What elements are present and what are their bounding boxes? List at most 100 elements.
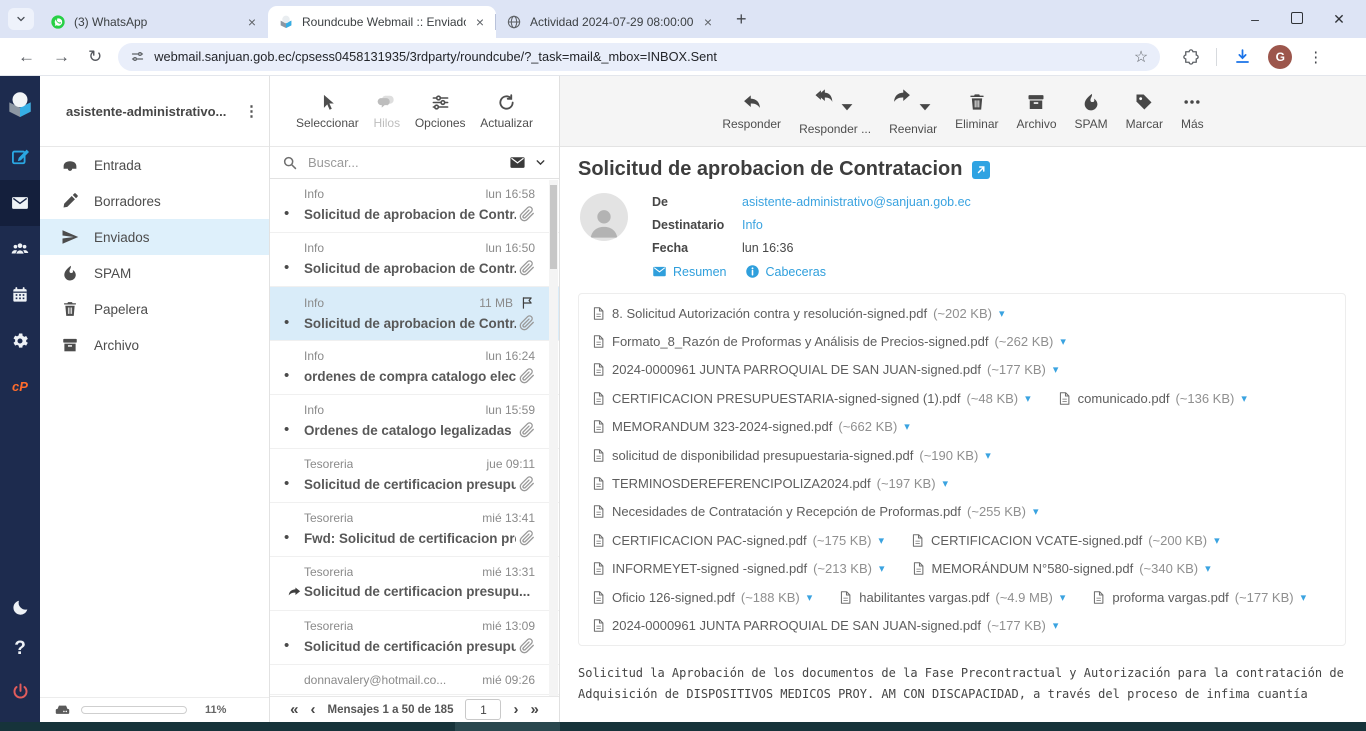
- to-address-link[interactable]: Info: [742, 214, 763, 237]
- page-number-input[interactable]: 1: [465, 699, 501, 720]
- forward-button[interactable]: →: [53, 47, 70, 67]
- attachment-link[interactable]: Formato_8_Razón de Proformas y Análisis …: [591, 334, 1066, 349]
- search-options-caret-icon[interactable]: [534, 156, 547, 169]
- message-list-item[interactable]: donnavalery@hotmail.co... mié 09:26: [270, 665, 559, 695]
- folder-archivo[interactable]: Archivo: [40, 327, 269, 363]
- profile-avatar[interactable]: G: [1268, 45, 1292, 69]
- attachment-menu-caret-icon[interactable]: ▾: [1033, 505, 1039, 518]
- folder-papelera[interactable]: Papelera: [40, 291, 269, 327]
- calendar-button[interactable]: [0, 272, 40, 318]
- url-text[interactable]: webmail.sanjuan.gob.ec/cpsess0458131935/…: [154, 49, 1125, 64]
- message-list-item[interactable]: Info lun 16:50 • Solicitud de aprobacion…: [270, 233, 559, 287]
- cpanel-button[interactable]: cP: [0, 364, 40, 410]
- reply-all-button[interactable]: Responder ...: [790, 86, 880, 136]
- attachment-link[interactable]: Necesidades de Contratación y Recepción …: [591, 504, 1038, 519]
- attachment-link[interactable]: 2024-0000961 JUNTA PARROQUIAL DE SAN JUA…: [591, 362, 1058, 377]
- contacts-button[interactable]: [0, 226, 40, 272]
- attachment-menu-caret-icon[interactable]: ▾: [878, 534, 884, 547]
- attachment-link[interactable]: CERTIFICACION VCATE-signed.pdf(~200 KB)▾: [910, 533, 1220, 548]
- message-list-item[interactable]: Info lun 16:58 • Solicitud de aprobacion…: [270, 179, 559, 233]
- attachment-menu-caret-icon[interactable]: ▾: [904, 420, 910, 433]
- compose-button[interactable]: [0, 134, 40, 180]
- attachment-link[interactable]: MEMORANDUM 323-2024-signed.pdf(~662 KB)▾: [591, 419, 910, 434]
- summary-link[interactable]: Resumen: [652, 264, 727, 279]
- window-minimize-button[interactable]: –: [1234, 11, 1276, 27]
- back-button[interactable]: ←: [18, 47, 35, 67]
- tab-actividad[interactable]: Actividad 2024-07-29 08:00:00 ×: [496, 6, 724, 38]
- attachment-menu-caret-icon[interactable]: ▾: [1205, 562, 1211, 575]
- logout-button[interactable]: [0, 670, 40, 712]
- tab-whatsapp[interactable]: (3) WhatsApp ×: [40, 6, 268, 38]
- folder-options-icon[interactable]: ⋮: [244, 102, 259, 120]
- attachment-link[interactable]: comunicado.pdf(~136 KB)▾: [1057, 391, 1247, 406]
- folder-borradores[interactable]: Borradores: [40, 183, 269, 219]
- spam-button[interactable]: SPAM: [1066, 92, 1117, 131]
- attachment-menu-caret-icon[interactable]: ▾: [1214, 534, 1220, 547]
- new-tab-button[interactable]: +: [736, 9, 747, 30]
- settings-button[interactable]: [0, 318, 40, 364]
- refresh-button[interactable]: Actualizar: [480, 93, 533, 130]
- tab-roundcube[interactable]: Roundcube Webmail :: Enviado: ×: [268, 6, 496, 38]
- message-list-item[interactable]: Tesoreria jue 09:11 • Solicitud de certi…: [270, 449, 559, 503]
- attachment-menu-caret-icon[interactable]: ▾: [1060, 591, 1066, 604]
- downloads-icon[interactable]: [1233, 47, 1252, 66]
- attachment-link[interactable]: MEMORÁNDUM N°580-signed.pdf(~340 KB)▾: [911, 561, 1211, 576]
- folder-enviados[interactable]: Enviados: [40, 219, 269, 255]
- mail-button[interactable]: [0, 180, 40, 226]
- attachment-link[interactable]: Oficio 126-signed.pdf(~188 KB)▾: [591, 590, 812, 605]
- window-close-button[interactable]: ✕: [1318, 11, 1360, 28]
- tab-search-button[interactable]: [8, 8, 34, 30]
- first-page-button[interactable]: «: [290, 702, 298, 717]
- select-button[interactable]: Seleccionar: [296, 93, 359, 130]
- threads-button[interactable]: Hilos: [373, 93, 400, 130]
- next-page-button[interactable]: ›: [513, 702, 518, 717]
- attachment-menu-caret-icon[interactable]: ▾: [879, 562, 885, 575]
- tab-close-icon[interactable]: ×: [246, 14, 258, 30]
- attachment-menu-caret-icon[interactable]: ▾: [999, 307, 1005, 320]
- window-maximize-button[interactable]: [1276, 11, 1318, 27]
- reload-button[interactable]: ↻: [88, 47, 102, 67]
- attachment-link[interactable]: 2024-0000961 JUNTA PARROQUIAL DE SAN JUA…: [591, 618, 1058, 633]
- attachment-menu-caret-icon[interactable]: ▾: [1025, 392, 1031, 405]
- delete-button[interactable]: Eliminar: [946, 92, 1007, 131]
- flag-icon[interactable]: [520, 295, 535, 310]
- message-list-item[interactable]: Info lun 15:59 • Ordenes de catalogo leg…: [270, 395, 559, 449]
- message-list-item[interactable]: Tesoreria mié 13:31 Solicitud de certifi…: [270, 557, 559, 611]
- mark-button[interactable]: Marcar: [1117, 92, 1172, 131]
- list-scrollbar-thumb[interactable]: [550, 185, 557, 269]
- folder-entrada[interactable]: Entrada: [40, 147, 269, 183]
- from-address-link[interactable]: asistente-administrativo@sanjuan.gob.ec: [742, 191, 971, 214]
- attachment-menu-caret-icon[interactable]: ▾: [943, 477, 949, 490]
- attachment-menu-caret-icon[interactable]: ▾: [807, 591, 813, 604]
- site-settings-icon[interactable]: [130, 49, 145, 64]
- list-scrollbar[interactable]: [549, 180, 558, 696]
- tab-close-icon[interactable]: ×: [474, 14, 486, 30]
- attachment-menu-caret-icon[interactable]: ▾: [985, 449, 991, 462]
- message-list-item[interactable]: Info lun 16:24 • ordenes de compra catal…: [270, 341, 559, 395]
- attachment-menu-caret-icon[interactable]: ▾: [1241, 392, 1247, 405]
- headers-link[interactable]: Cabeceras: [745, 264, 826, 279]
- help-button[interactable]: ?: [0, 628, 40, 670]
- message-list-item[interactable]: Info 11 MB • Solicitud de aprobacion de …: [270, 287, 559, 341]
- dropdown-caret-icon[interactable]: [915, 97, 935, 117]
- folder-spam[interactable]: SPAM: [40, 255, 269, 291]
- attachment-menu-caret-icon[interactable]: ▾: [1060, 335, 1066, 348]
- message-list-item[interactable]: Tesoreria mié 13:09 • Solicitud de certi…: [270, 611, 559, 665]
- forward-button[interactable]: Reenviar: [880, 86, 946, 136]
- attachment-link[interactable]: proforma vargas.pdf(~177 KB)▾: [1091, 590, 1306, 605]
- attachment-menu-caret-icon[interactable]: ▾: [1053, 619, 1059, 632]
- attachment-menu-caret-icon[interactable]: ▾: [1301, 591, 1307, 604]
- bookmark-star-icon[interactable]: ☆: [1134, 47, 1148, 67]
- dropdown-caret-icon[interactable]: [837, 97, 857, 117]
- search-scope-icon[interactable]: [509, 154, 526, 171]
- browser-menu-icon[interactable]: ⋮: [1308, 48, 1324, 66]
- open-in-new-window-icon[interactable]: [972, 161, 990, 179]
- attachment-link[interactable]: solicitud de disponibilidad presupuestar…: [591, 448, 991, 463]
- options-button[interactable]: Opciones: [415, 93, 466, 130]
- attachment-link[interactable]: CERTIFICACION PRESUPUESTARIA-signed-sign…: [591, 391, 1031, 406]
- attachment-link[interactable]: INFORMEYET-signed -signed.pdf(~213 KB)▾: [591, 561, 885, 576]
- archive-button[interactable]: Archivo: [1007, 92, 1065, 131]
- search-input[interactable]: [306, 154, 501, 171]
- more-button[interactable]: Más: [1172, 92, 1213, 131]
- message-list-item[interactable]: Tesoreria mié 13:41 • Fwd: Solicitud de …: [270, 503, 559, 557]
